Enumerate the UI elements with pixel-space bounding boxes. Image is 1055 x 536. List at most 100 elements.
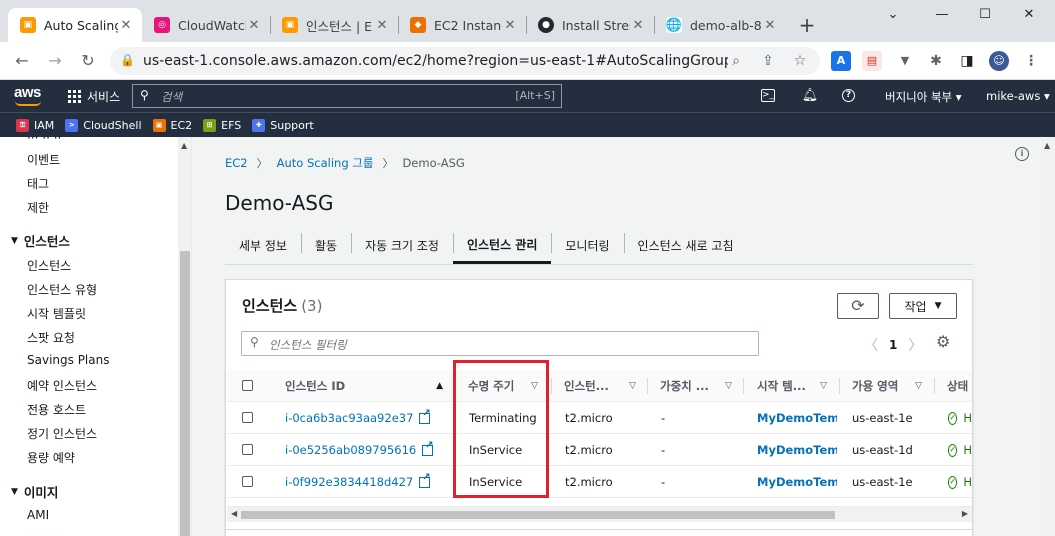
puzzle-extensions-icon[interactable]: ✱ xyxy=(926,51,946,71)
window-close-icon[interactable]: ✕ xyxy=(1013,4,1045,26)
sidebar-item-ami[interactable]: AMI xyxy=(27,508,49,522)
sidebar-item-events[interactable]: 이벤트 xyxy=(27,151,60,168)
tab-automatic-scaling[interactable]: 자동 크기 조정 xyxy=(351,227,453,264)
gear-icon[interactable]: ⚙ xyxy=(936,332,950,351)
tab-activity[interactable]: 활동 xyxy=(300,227,351,264)
scroll-right-icon[interactable]: ▶ xyxy=(962,509,968,518)
scrollbar-thumb[interactable] xyxy=(241,511,835,519)
sidebar-item-savings-plans[interactable]: Savings Plans xyxy=(27,353,109,367)
sidebar-section-images[interactable]: ▼ 이미지 xyxy=(11,482,58,501)
scrollbar-thumb[interactable] xyxy=(180,251,190,536)
favorite-ec2[interactable]: ▣ EC2 xyxy=(152,118,192,132)
scroll-left-icon[interactable]: ◀ xyxy=(231,509,237,518)
instance-id[interactable]: i-0e5256ab089795616 xyxy=(285,443,416,457)
refresh-button[interactable]: ⟳ xyxy=(837,293,879,319)
column-instance-id[interactable]: 인스턴스 ID ▲ xyxy=(285,370,443,402)
launch-template-link[interactable]: MyDemoTempl xyxy=(757,402,837,434)
table-row[interactable]: i-0f992e3834418d427 InService t2.micro -… xyxy=(227,466,972,498)
sidebar-scrollbar[interactable]: ▲ xyxy=(178,137,191,536)
new-tab-button[interactable]: + xyxy=(795,13,819,37)
sidebar-item-tags[interactable]: 태그 xyxy=(27,175,49,192)
sidebar-item-launch-templates[interactable]: 시작 템플릿 xyxy=(27,305,86,322)
select-all-checkbox[interactable] xyxy=(242,380,253,391)
breadcrumb-auto-scaling-groups[interactable]: Auto Scaling 그룹 xyxy=(277,155,374,171)
favorite-efs[interactable]: ⊞ EFS xyxy=(203,118,241,132)
column-weight[interactable]: 가중치 ... ▽ xyxy=(660,370,732,402)
close-icon[interactable]: ✕ xyxy=(630,18,646,33)
maximize-icon[interactable]: ☐ xyxy=(969,4,1001,26)
sidebar-item-spot-requests[interactable]: 스팟 요청 xyxy=(27,329,75,346)
menu-kebab-icon[interactable]: ⋮ xyxy=(1021,51,1041,71)
page-number[interactable]: 1 xyxy=(889,338,897,352)
table-horizontal-scrollbar[interactable]: ◀ ▶ xyxy=(227,506,972,522)
sidebar-item-instance-types[interactable]: 인스턴스 유형 xyxy=(27,281,97,298)
side-panel-icon[interactable]: ◨ xyxy=(957,51,977,71)
browser-tab-cloudwatch[interactable]: ◎ CloudWatch ✕ xyxy=(142,8,270,42)
browser-tab-install-stress[interactable]: ● Install Stres ✕ xyxy=(526,8,654,42)
tab-details[interactable]: 세부 정보 xyxy=(225,227,301,264)
sort-icon[interactable]: ▽ xyxy=(915,381,922,391)
browser-tab-demo-alb[interactable]: 🌐 demo-alb-8 ✕ xyxy=(654,8,786,42)
instance-id-link[interactable]: i-0e5256ab089795616 xyxy=(285,434,434,466)
scroll-up-icon[interactable]: ▲ xyxy=(1044,141,1050,150)
launch-template-link[interactable]: MyDemoTempl xyxy=(757,466,837,498)
bell-icon[interactable]: 🔔︎ xyxy=(801,87,819,105)
sidebar-item-instances[interactable]: 인스턴스 xyxy=(27,257,71,274)
tab-monitoring[interactable]: 모니터링 xyxy=(551,227,623,264)
address-bar[interactable]: 🔒 us-east-1.console.aws.amazon.com/ec2/h… xyxy=(110,47,820,75)
chevron-left-icon[interactable]: 〈 xyxy=(863,335,879,355)
zoom-icon[interactable]: ⌕ xyxy=(725,51,747,71)
external-link-icon[interactable] xyxy=(419,408,431,424)
sidebar-item-dedicated-hosts[interactable]: 전용 호스트 xyxy=(27,401,86,418)
scroll-up-icon[interactable]: ▲ xyxy=(181,141,187,150)
browser-tab-instances[interactable]: ▣ 인스턴스 | E ✕ xyxy=(270,8,398,42)
breadcrumb-ec2[interactable]: EC2 xyxy=(225,156,248,170)
instance-id[interactable]: i-0f992e3834418d427 xyxy=(285,475,413,489)
tab-instance-refresh[interactable]: 인스턴스 새로 고침 xyxy=(623,227,748,264)
launch-template-link[interactable]: MyDemoTempl xyxy=(757,434,837,466)
close-icon[interactable]: ✕ xyxy=(502,18,518,33)
instance-id[interactable]: i-0ca6b3ac93aa92e37 xyxy=(285,411,413,425)
sort-icon[interactable]: ▽ xyxy=(725,381,732,391)
close-icon[interactable]: ✕ xyxy=(374,18,390,33)
instance-id-link[interactable]: i-0ca6b3ac93aa92e37 xyxy=(285,402,431,434)
share-icon[interactable]: ⇪ xyxy=(757,51,779,71)
sidebar-section-instances[interactable]: ▼ 인스턴스 xyxy=(11,231,70,250)
info-icon[interactable]: i xyxy=(1015,147,1029,161)
sort-icon[interactable]: ▽ xyxy=(629,381,636,391)
minimize-icon[interactable]: — xyxy=(926,4,958,26)
actions-button[interactable]: 작업 ▼ xyxy=(889,293,957,319)
region-selector[interactable]: 버지니아 북부 ▾ xyxy=(885,89,962,105)
close-icon[interactable]: ✕ xyxy=(246,18,262,33)
row-checkbox[interactable] xyxy=(242,412,253,423)
back-icon[interactable]: ← xyxy=(10,49,34,73)
forward-icon[interactable]: → xyxy=(43,49,67,73)
help-icon[interactable]: ? xyxy=(842,89,855,102)
cloudshell-icon[interactable]: >_ xyxy=(761,89,775,102)
sidebar-item-partial[interactable]: ··· ·· ·· xyxy=(27,137,61,145)
column-instance-type[interactable]: 인스턴... ▽ xyxy=(564,370,636,402)
instance-filter-input[interactable]: ⚲ 인스턴스 필터링 xyxy=(241,331,759,356)
row-checkbox[interactable] xyxy=(242,476,253,487)
favorite-support[interactable]: ✚ Support xyxy=(252,118,314,132)
aws-search-input[interactable]: ⚲ 검색 [Alt+S] xyxy=(132,84,562,108)
external-link-icon[interactable] xyxy=(422,440,434,456)
vue-extension-icon[interactable]: ▼ xyxy=(895,51,915,71)
favorite-iam[interactable]: ⚿ IAM xyxy=(16,118,54,132)
browser-tab-auto-scaling[interactable]: ▣ Auto Scaling ✕ xyxy=(8,8,142,42)
url-text[interactable]: us-east-1.console.aws.amazon.com/ec2/hom… xyxy=(143,53,728,69)
extension-icon[interactable]: ▤ xyxy=(862,51,882,71)
close-icon[interactable]: ✕ xyxy=(762,18,778,33)
sidebar-item-reserved-instances[interactable]: 예약 인스턴스 xyxy=(27,377,97,394)
sort-ascending-icon[interactable]: ▲ xyxy=(436,381,443,391)
table-row[interactable]: i-0e5256ab089795616 InService t2.micro -… xyxy=(227,434,972,466)
reload-icon[interactable]: ↻ xyxy=(76,49,100,73)
close-icon[interactable]: ✕ xyxy=(118,18,134,33)
account-menu[interactable]: mike-aws ▾ xyxy=(986,89,1050,103)
table-row[interactable]: i-0ca6b3ac93aa92e37 Terminating t2.micro… xyxy=(227,402,972,434)
sidebar-item-capacity-reservations[interactable]: 용량 예약 xyxy=(27,449,75,466)
sidebar-item-limits[interactable]: 제한 xyxy=(27,199,49,216)
column-availability-zone[interactable]: 가용 영역 ▽ xyxy=(852,370,922,402)
sidebar-item-scheduled-instances[interactable]: 정기 인스턴스 xyxy=(27,425,97,442)
favorite-cloudshell[interactable]: > CloudShell xyxy=(65,118,142,132)
